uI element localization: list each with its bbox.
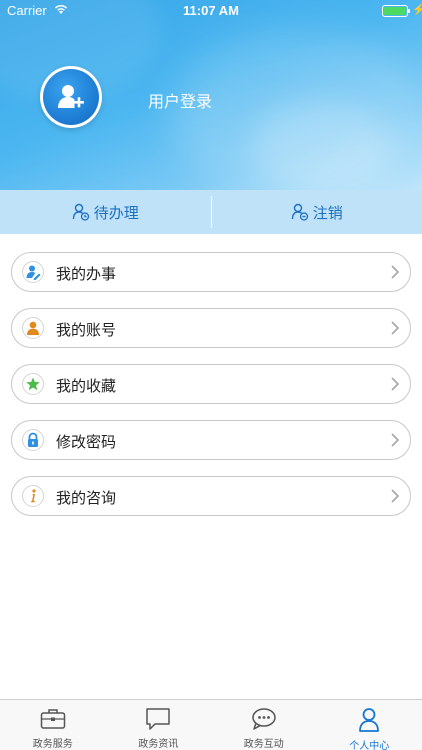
tab-label: 政务互动 bbox=[243, 739, 284, 750]
tab-bar: 政务服务 政务资讯 政务互动 个人中心 bbox=[0, 699, 422, 750]
person-edit-icon bbox=[22, 261, 44, 283]
person-outline-icon bbox=[359, 708, 380, 732]
battery-icon bbox=[382, 5, 408, 17]
tab-personal-center[interactable]: 个人中心 bbox=[317, 700, 422, 750]
status-bar: Carrier 11:07 AM ⚡ bbox=[0, 0, 422, 22]
menu-item-label: 我的账号 bbox=[56, 321, 117, 339]
logout-button[interactable]: 注销 bbox=[212, 190, 422, 234]
briefcase-icon bbox=[40, 709, 65, 729]
chevron-right-icon bbox=[391, 377, 400, 391]
tab-government-interaction[interactable]: 政务互动 bbox=[211, 700, 317, 750]
screen: Carrier 11:07 AM ⚡ 用户登录 待办理 注销 我的办事 我的账号… bbox=[0, 0, 422, 750]
chat-dots-icon bbox=[252, 708, 276, 730]
menu-item-label: 我的办事 bbox=[56, 265, 117, 283]
star-icon bbox=[22, 373, 44, 395]
action-bar: 待办理 注销 bbox=[0, 190, 422, 234]
pending-button[interactable]: 待办理 bbox=[0, 190, 211, 234]
menu-item-change-password[interactable]: 修改密码 bbox=[11, 420, 411, 460]
tab-label: 政务服务 bbox=[32, 739, 73, 750]
pending-label: 待办理 bbox=[93, 203, 139, 222]
chevron-right-icon bbox=[391, 489, 400, 503]
menu-item-label: 我的咨询 bbox=[56, 489, 117, 507]
chat-bubble-icon bbox=[146, 708, 170, 730]
person-clock-icon bbox=[72, 203, 89, 221]
tab-label: 政务资讯 bbox=[138, 739, 179, 750]
tab-government-services[interactable]: 政务服务 bbox=[0, 700, 106, 750]
battery-tip bbox=[408, 9, 410, 13]
login-avatar-button[interactable] bbox=[40, 66, 102, 128]
menu-item-my-affairs[interactable]: 我的办事 bbox=[11, 252, 411, 292]
menu-item-label: 修改密码 bbox=[56, 433, 117, 451]
menu-item-my-account[interactable]: 我的账号 bbox=[11, 308, 411, 348]
chevron-right-icon bbox=[391, 433, 400, 447]
chevron-right-icon bbox=[391, 321, 400, 335]
lock-icon bbox=[22, 429, 44, 451]
logout-label: 注销 bbox=[312, 203, 343, 222]
tab-label: 个人中心 bbox=[349, 741, 390, 750]
login-label[interactable]: 用户登录 bbox=[148, 88, 212, 112]
profile-header: Carrier 11:07 AM ⚡ 用户登录 bbox=[0, 0, 422, 190]
tab-government-news[interactable]: 政务资讯 bbox=[106, 700, 212, 750]
person-icon bbox=[22, 317, 44, 339]
menu-item-my-consultation[interactable]: 我的咨询 bbox=[11, 476, 411, 516]
menu-item-my-favorites[interactable]: 我的收藏 bbox=[11, 364, 411, 404]
add-user-icon bbox=[58, 85, 84, 108]
person-logout-icon bbox=[291, 203, 308, 221]
menu-item-label: 我的收藏 bbox=[56, 377, 117, 395]
menu-list: 我的办事 我的账号 我的收藏 修改密码 我的咨询 bbox=[0, 252, 422, 532]
info-icon bbox=[22, 485, 44, 507]
chevron-right-icon bbox=[391, 265, 400, 279]
clock: 11:07 AM bbox=[183, 3, 239, 18]
header-background bbox=[250, 100, 390, 190]
charging-icon: ⚡ bbox=[412, 4, 422, 16]
